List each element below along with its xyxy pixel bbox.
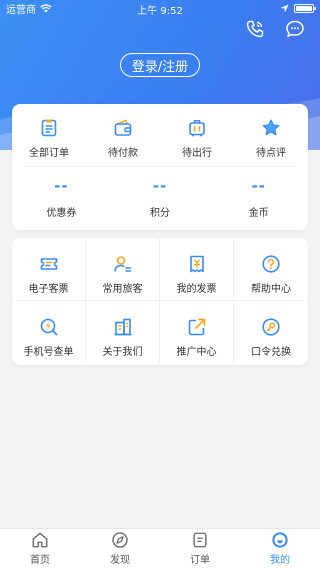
service-my-invoices[interactable]: 我的发票 (160, 238, 234, 301)
help-icon (262, 255, 280, 273)
luggage-icon (189, 120, 205, 137)
asset-gold-coins[interactable]: -- 金币 (209, 167, 308, 227)
order-pending-review-label: 待点评 (256, 148, 286, 159)
coupons-label: 优惠券 (46, 208, 77, 219)
asset-coupons[interactable]: -- 优惠券 (12, 167, 111, 227)
customer-service-phone-icon[interactable] (244, 18, 266, 40)
bottom-tab-bar: 首页 发现 订单 我的 (0, 528, 320, 568)
discover-icon (112, 532, 128, 548)
order-pending-payment-label: 待付款 (108, 148, 138, 159)
tab-home-label: 首页 (30, 555, 50, 566)
service-e-ticket[interactable]: 电子客票 (12, 238, 86, 301)
ticket-icon (40, 258, 57, 270)
service-phone-lookup[interactable]: 手机号查单 (12, 301, 86, 364)
tab-discover[interactable]: 发现 (80, 529, 160, 568)
asset-points[interactable]: -- 积分 (111, 167, 210, 227)
order-all-label: 全部订单 (29, 148, 69, 159)
service-promotion-center-label: 推广中心 (176, 347, 217, 358)
service-e-ticket-label: 电子客票 (28, 284, 69, 295)
order-icon (193, 532, 207, 548)
service-code-redeem[interactable]: 口令兑换 (234, 301, 308, 364)
tab-profile[interactable]: 我的 (240, 529, 320, 568)
key-icon (262, 318, 280, 336)
service-code-redeem-label: 口令兑换 (251, 347, 291, 358)
battery-icon (294, 3, 316, 13)
order-pending-trip-label: 待出行 (182, 148, 212, 159)
orders-card: 全部订单 待付款 待出行 待点评 -- 优惠券 -- 积分 -- 金币 (12, 104, 308, 230)
tab-discover-label: 发现 (110, 555, 130, 566)
order-all[interactable]: 全部订单 (12, 104, 86, 166)
service-promotion-center[interactable]: 推广中心 (160, 301, 234, 364)
service-help-center[interactable]: 帮助中心 (234, 238, 308, 301)
points-label: 积分 (150, 208, 170, 219)
gold-coins-label: 金币 (248, 208, 269, 219)
services-card: 电子客票 常用旅客 我的发票 帮助中心 手机号查单 关于我们 推广中心 口令兑换 (12, 238, 308, 365)
home-icon (32, 532, 48, 548)
login-register-button[interactable]: 登录/注册 (120, 53, 200, 77)
passenger-icon (113, 256, 131, 272)
location-arrow-icon (280, 3, 289, 13)
tab-orders[interactable]: 订单 (160, 529, 240, 568)
carrier-label: 运营商 (6, 4, 36, 16)
message-icon[interactable] (284, 18, 306, 40)
gold-coins-value: -- (251, 177, 266, 195)
service-frequent-passengers-label: 常用旅客 (102, 284, 143, 295)
tab-home[interactable]: 首页 (0, 529, 80, 568)
coupons-value: -- (54, 177, 69, 195)
service-about-us-label: 关于我们 (102, 347, 143, 358)
profile-icon (272, 532, 288, 548)
share-icon (188, 318, 205, 336)
building-icon (114, 318, 131, 336)
tab-orders-label: 订单 (190, 555, 210, 566)
star-icon (262, 119, 280, 136)
service-phone-lookup-label: 手机号查单 (23, 347, 74, 358)
service-my-invoices-label: 我的发票 (176, 284, 217, 295)
phone-search-icon (40, 318, 57, 336)
service-about-us[interactable]: 关于我们 (86, 301, 160, 364)
order-pending-trip[interactable]: 待出行 (160, 104, 234, 166)
all-orders-icon (41, 119, 57, 137)
service-help-center-label: 帮助中心 (251, 284, 291, 295)
service-frequent-passengers[interactable]: 常用旅客 (86, 238, 160, 301)
order-pending-payment[interactable]: 待付款 (86, 104, 160, 166)
order-pending-review[interactable]: 待点评 (234, 104, 308, 166)
invoice-icon (189, 255, 204, 273)
points-value: -- (152, 177, 168, 195)
tab-profile-label: 我的 (270, 555, 290, 566)
wifi-icon (40, 3, 52, 12)
status-bar: 运营商 上午 9:52 (0, 0, 320, 17)
wallet-icon (114, 119, 132, 136)
